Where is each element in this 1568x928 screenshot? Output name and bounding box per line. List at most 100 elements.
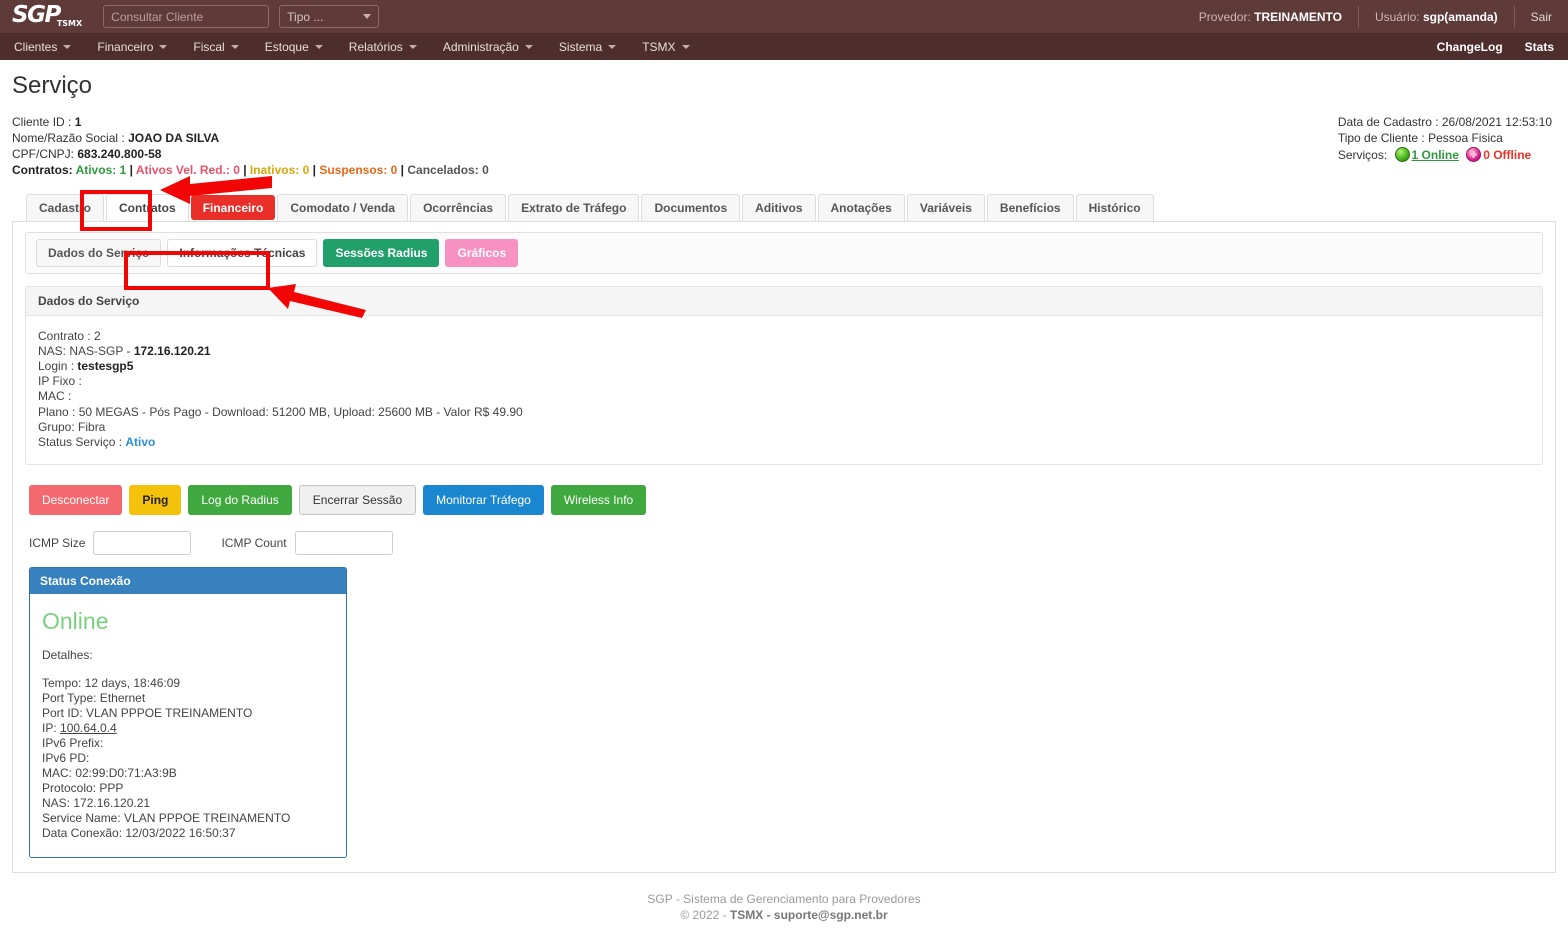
nav-item-sistema[interactable]: Sistema — [559, 40, 616, 54]
tab-documentos[interactable]: Documentos — [641, 194, 740, 221]
tab-extrato-de-trafego[interactable]: Extrato de Tráfego — [508, 194, 639, 221]
nav-item-label: Administração — [443, 40, 519, 54]
client-summary: Cliente ID : 1 Nome/Razão Social : JOAO … — [12, 114, 1556, 178]
service-mac: MAC : — [38, 389, 1530, 404]
subtab-graficos[interactable]: Gráficos — [445, 239, 518, 267]
service-nas-value: 172.16.120.21 — [134, 344, 211, 358]
logout-link[interactable]: Sair — [1531, 10, 1552, 24]
detail-ip-link[interactable]: 100.64.0.4 — [60, 721, 117, 735]
icmp-count-input[interactable] — [295, 531, 393, 555]
sub-tab-bar: Dados do Serviço Informações Técnicas Se… — [25, 232, 1543, 274]
subtab-sessoes-radius[interactable]: Sessões Radius — [323, 239, 439, 267]
tab-beneficios[interactable]: Benefícios — [987, 194, 1074, 221]
tab-comodato-venda[interactable]: Comodato / Venda — [277, 194, 408, 221]
contracts-inactive: Inativos: 0 — [250, 163, 309, 177]
chevron-down-icon — [315, 45, 323, 49]
tab-anotacoes[interactable]: Anotações — [818, 194, 905, 221]
footer-line-1: SGP - Sistema de Gerenciamento para Prov… — [12, 891, 1556, 907]
nav-item-relatorios[interactable]: Relatórios — [349, 40, 417, 54]
tab-financeiro[interactable]: Financeiro — [191, 195, 276, 220]
service-data-header: Dados do Serviço — [26, 287, 1542, 316]
nav-item-label: Clientes — [14, 40, 57, 54]
search-input[interactable] — [103, 5, 269, 28]
nav-item-label: Fiscal — [193, 40, 224, 54]
contracts-label: Contratos: — [12, 163, 76, 177]
nav-item-financeiro[interactable]: Financeiro — [97, 40, 167, 54]
service-data-box: Dados do Serviço Contrato : 2 NAS: NAS-S… — [25, 286, 1543, 465]
client-id-row: Cliente ID : 1 — [12, 114, 1556, 130]
wireless-info-button[interactable]: Wireless Info — [551, 485, 646, 515]
disconnect-button[interactable]: Desconectar — [29, 485, 122, 515]
icmp-size-input[interactable] — [93, 531, 191, 555]
provider-info: Provedor: TREINAMENTO — [1199, 10, 1342, 24]
type-select-label: Tipo ... — [287, 10, 323, 24]
service-status-row: Status Serviço : Ativo — [38, 434, 1530, 449]
page-container: Serviço Cliente ID : 1 Nome/Razão Social… — [0, 72, 1568, 923]
changelog-link[interactable]: ChangeLog — [1437, 40, 1503, 54]
service-login-row: Login : testesgp5 — [38, 358, 1530, 373]
chevron-down-icon — [63, 45, 71, 49]
tab-ocorrencias[interactable]: Ocorrências — [410, 194, 506, 221]
stats-link[interactable]: Stats — [1525, 40, 1554, 54]
client-summary-left: Cliente ID : 1 Nome/Razão Social : JOAO … — [12, 114, 1556, 178]
offline-count: 0 Offline — [1483, 148, 1531, 162]
connection-details: Detalhes: Tempo: 12 days, 18:46:09 Port … — [42, 648, 334, 841]
chevron-down-icon — [608, 45, 616, 49]
nav-item-fiscal[interactable]: Fiscal — [193, 40, 238, 54]
tab-cadastro[interactable]: Cadastro — [26, 194, 104, 221]
client-id-label: Cliente ID : — [12, 115, 75, 129]
action-button-row: Desconectar Ping Log do Radius Encerrar … — [25, 485, 1543, 515]
nav-item-tsmx[interactable]: TSMX — [642, 40, 689, 54]
contracts-active: Ativos: 1 — [76, 163, 127, 177]
service-nas-row: NAS: NAS-SGP - 172.16.120.21 — [38, 343, 1530, 358]
monitor-traffic-button[interactable]: Monitorar Tráfego — [423, 485, 544, 515]
service-contract: Contrato : 2 — [38, 328, 1530, 343]
page-footer: SGP - Sistema de Gerenciamento para Prov… — [12, 873, 1556, 923]
icmp-size-label: ICMP Size — [29, 536, 85, 550]
ping-button[interactable]: Ping — [129, 485, 181, 515]
client-cpf-label: CPF/CNPJ: — [12, 147, 77, 161]
app-logo[interactable]: SGPTSMX — [12, 4, 85, 27]
service-group: Grupo: Fibra — [38, 419, 1530, 434]
radius-log-button[interactable]: Log do Radius — [188, 485, 291, 515]
user-info: Usuário: sgp(amanda) — [1375, 10, 1498, 24]
nav-item-estoque[interactable]: Estoque — [265, 40, 323, 54]
nav-item-label: Sistema — [559, 40, 602, 54]
service-data-body: Contrato : 2 NAS: NAS-SGP - 172.16.120.2… — [26, 316, 1542, 464]
client-cpf-row: CPF/CNPJ: 683.240.800-58 — [12, 146, 1556, 162]
connection-status-header: Status Conexão — [30, 568, 346, 594]
nav-item-administracao[interactable]: Administração — [443, 40, 533, 54]
details-label: Detalhes: — [42, 648, 334, 663]
tab-historico[interactable]: Histórico — [1076, 194, 1154, 221]
subtab-dados-do-servico[interactable]: Dados do Serviço — [36, 239, 161, 267]
tab-panel-contratos: Dados do Serviço Informações Técnicas Se… — [12, 222, 1556, 873]
provider-value: TREINAMENTO — [1254, 10, 1342, 24]
footer-contact: TSMX - suporte@sgp.net.br — [730, 908, 888, 922]
detail-tempo: Tempo: 12 days, 18:46:09 — [42, 676, 334, 691]
user-value: sgp(amanda) — [1423, 10, 1498, 24]
type-select[interactable]: Tipo ... — [279, 5, 379, 28]
icmp-options-row: ICMP Size ICMP Count — [25, 531, 1543, 555]
offline-status-icon — [1466, 147, 1481, 162]
chevron-down-icon — [231, 45, 239, 49]
end-session-button[interactable]: Encerrar Sessão — [299, 485, 416, 515]
nav-item-clientes[interactable]: Clientes — [14, 40, 71, 54]
subtab-informacoes-tecnicas[interactable]: Informações Técnicas — [167, 239, 317, 267]
chevron-down-icon — [682, 45, 690, 49]
nav-item-label: TSMX — [642, 40, 675, 54]
online-status-icon — [1395, 147, 1410, 162]
online-count-link[interactable]: 1 Online — [1412, 148, 1459, 162]
connection-status-body: Online Detalhes: Tempo: 12 days, 18:46:0… — [30, 594, 346, 857]
nav-bar-right: ChangeLog Stats — [1437, 40, 1554, 54]
nav-item-label: Estoque — [265, 40, 309, 54]
tab-variaveis[interactable]: Variáveis — [907, 194, 985, 221]
top-bar-right: Provedor: TREINAMENTO Usuário: sgp(amand… — [1199, 6, 1552, 28]
tab-contratos[interactable]: Contratos — [106, 194, 189, 221]
client-summary-right: Data de Cadastro : 26/08/2021 12:53:10 T… — [1338, 114, 1552, 163]
chevron-down-icon — [159, 45, 167, 49]
contracts-cancelled: Cancelados: 0 — [407, 163, 488, 177]
app-logo-text: SGP — [12, 2, 60, 28]
detail-ipv6-prefix: IPv6 Prefix: — [42, 736, 334, 751]
tab-aditivos[interactable]: Aditivos — [742, 194, 815, 221]
divider — [1358, 6, 1359, 28]
